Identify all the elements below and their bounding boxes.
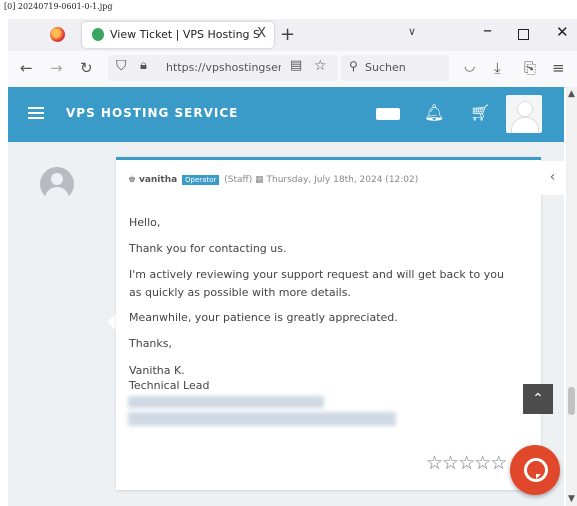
search-input[interactable]: Suchen xyxy=(365,61,406,74)
cart-icon[interactable]: 🛒︎ xyxy=(470,103,490,122)
site-brand[interactable]: VPS HOSTING SERVICE xyxy=(66,106,238,120)
calendar-icon: ▦ xyxy=(255,175,264,185)
collapse-chevron-icon[interactable]: ‹ xyxy=(541,161,564,195)
tab-list-chevron-icon[interactable]: ∨ xyxy=(408,25,416,38)
message-line: Meanwhile, your patience is greatly appr… xyxy=(129,311,398,324)
scroll-down-arrow-icon[interactable]: ▼ xyxy=(566,494,577,504)
bookmark-star-icon[interactable]: ☆ xyxy=(314,58,327,74)
search-icon: ⚲ xyxy=(349,59,358,73)
avatar-body xyxy=(511,117,539,133)
signature-title: Technical Lead xyxy=(129,379,210,392)
browser-nav-bar: ← → ↻ ⛉ 🔒︎ https://vpshostingservice ▤ ☆… xyxy=(8,51,577,88)
reply-author: vanitha xyxy=(138,175,178,185)
redacted-text xyxy=(128,412,396,426)
star-icon[interactable]: ☆ xyxy=(442,452,459,474)
site-favicon-icon xyxy=(92,28,104,41)
user-icon: ♚ xyxy=(128,175,137,185)
message-line: Thanks, xyxy=(129,337,173,350)
url-bar[interactable]: ⛉ 🔒︎ https://vpshostingservice ▤ ☆ xyxy=(108,55,338,81)
reply-datetime: Thursday, July 18th, 2024 (12:02) xyxy=(266,175,419,185)
url-text[interactable]: https://vpshostingservice xyxy=(166,61,281,74)
tab-title: View Ticket | VPS Hosting Servic xyxy=(110,28,260,41)
window-close-button[interactable]: ✕ xyxy=(556,23,569,41)
reload-icon[interactable]: ↻ xyxy=(80,59,93,77)
download-icon[interactable]: ⤓ xyxy=(494,59,501,77)
search-bar[interactable]: ⚲ Suchen xyxy=(341,55,449,81)
back-arrow-icon[interactable]: ← xyxy=(20,59,33,77)
shield-icon[interactable]: ⛉ xyxy=(116,58,127,74)
scrollbar-thumb[interactable] xyxy=(568,387,575,415)
firefox-logo-icon[interactable] xyxy=(50,27,65,42)
star-icon[interactable]: ☆ xyxy=(426,452,443,474)
extensions-icon[interactable]: ⎘ xyxy=(524,59,536,77)
window-maximize-button[interactable] xyxy=(518,29,529,40)
lock-icon[interactable]: 🔒︎ xyxy=(140,58,147,73)
browser-tab-bar: View Ticket | VPS Hosting Servic X + ∨ –… xyxy=(8,19,577,51)
rating-stars[interactable]: ☆☆☆☆☆ xyxy=(426,452,507,474)
file-caption: [0] 20240719-0601-0-1.jpg xyxy=(4,2,113,11)
reply-author-avatar xyxy=(40,167,74,201)
ticket-reply-card: ♚ vanitha Operator (Staff) ▦ Thursday, J… xyxy=(116,157,541,490)
scroll-up-arrow-icon[interactable]: ▲ xyxy=(566,89,577,99)
page-scrollbar[interactable]: ▲ ▼ xyxy=(566,87,577,506)
avatar-head xyxy=(517,101,533,117)
live-chat-button[interactable] xyxy=(510,445,560,495)
role-badge: Operator xyxy=(182,175,220,185)
message-line: I'm actively reviewing your support requ… xyxy=(129,268,504,281)
user-avatar-button[interactable] xyxy=(506,95,542,133)
message-line: Hello, xyxy=(129,216,161,229)
hamburger-menu-icon[interactable] xyxy=(28,107,44,119)
reader-view-icon[interactable]: ▤ xyxy=(290,58,302,73)
star-icon[interactable]: ☆ xyxy=(458,452,475,474)
browser-tab-active[interactable]: View Ticket | VPS Hosting Servic X xyxy=(82,22,274,48)
new-tab-button[interactable]: + xyxy=(280,24,295,45)
reply-meta: ♚ vanitha Operator (Staff) ▦ Thursday, J… xyxy=(128,175,418,185)
tab-close-icon[interactable]: X xyxy=(257,26,266,41)
forward-arrow-icon[interactable]: → xyxy=(50,59,63,77)
site-header: VPS HOSTING SERVICE 🔔︎ 🛒︎ xyxy=(8,87,564,142)
window-minimize-button[interactable]: – xyxy=(483,20,492,41)
pocket-icon[interactable]: ◡ xyxy=(464,59,475,74)
star-icon[interactable]: ☆ xyxy=(490,452,507,474)
signature-name: Vanitha K. xyxy=(129,364,185,377)
redacted-text xyxy=(128,396,324,408)
translate-icon[interactable] xyxy=(376,108,400,120)
star-icon[interactable]: ☆ xyxy=(474,452,491,474)
menu-icon[interactable]: ≡ xyxy=(552,59,565,77)
bell-icon[interactable]: 🔔︎ xyxy=(424,103,444,122)
scroll-to-top-button[interactable]: ⌃ xyxy=(523,384,553,414)
staff-tag: (Staff) xyxy=(224,175,253,185)
message-line: Thank you for contacting us. xyxy=(129,242,287,255)
message-line: as quickly as possible with more details… xyxy=(129,286,351,299)
